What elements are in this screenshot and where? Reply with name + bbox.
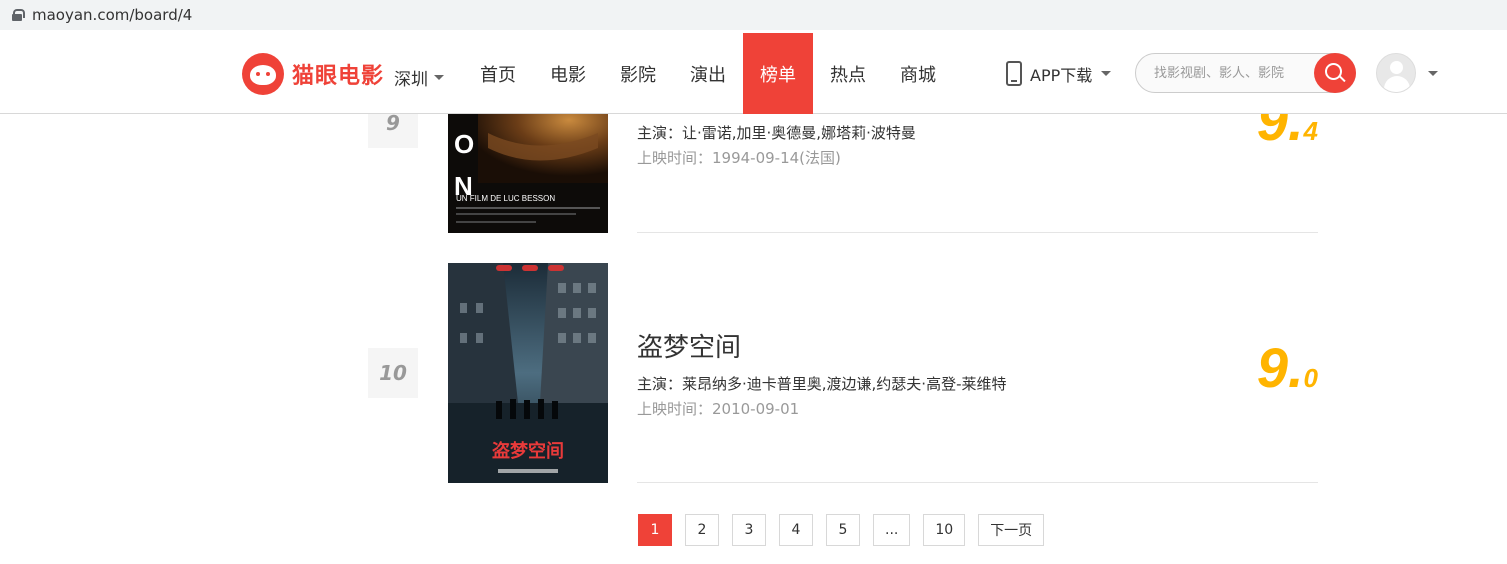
pagination: 1 2 3 4 5 ... 10 下一页	[638, 514, 1045, 546]
score-integer: 9.	[1256, 336, 1304, 399]
nav-cinemas[interactable]: 影院	[603, 33, 673, 114]
city-label: 深圳	[394, 70, 428, 90]
movie-poster[interactable]: O N UN FILM DE LUC BESSON	[448, 113, 608, 233]
cat-logo-icon	[242, 53, 284, 95]
page-3-button[interactable]: 3	[732, 514, 766, 546]
chevron-down-icon	[1101, 71, 1112, 76]
row-divider	[637, 482, 1318, 483]
page-1-button[interactable]: 1	[638, 514, 672, 546]
rank-badge: 10	[368, 348, 418, 398]
nav-mall[interactable]: 商城	[883, 33, 953, 114]
movie-poster[interactable]: 盗梦空间	[448, 263, 608, 483]
chevron-down-icon[interactable]	[1428, 71, 1438, 76]
city-selector[interactable]: 深圳	[394, 65, 444, 90]
search-icon[interactable]	[1314, 53, 1356, 93]
next-page-button[interactable]: 下一页	[978, 514, 1045, 546]
score-fraction: 0	[1303, 363, 1318, 393]
main-nav: 首页 电影 影院 演出 榜单 热点 商城	[463, 33, 953, 114]
nav-home[interactable]: 首页	[463, 33, 533, 114]
page-5-button[interactable]: 5	[826, 514, 860, 546]
lock-icon	[12, 9, 25, 21]
site-header: 猫眼电影 深圳 首页 电影 影院 演出 榜单 热点 商城 APP下载	[0, 33, 1507, 114]
browser-address-bar[interactable]: maoyan.com/board/4	[0, 0, 1507, 30]
chevron-down-icon	[434, 75, 444, 80]
url-text[interactable]: maoyan.com/board/4	[32, 6, 192, 24]
poster-tagline: UN FILM DE LUC BESSON	[456, 194, 555, 203]
page-ellipsis[interactable]: ...	[873, 514, 911, 546]
avatar[interactable]	[1376, 53, 1416, 93]
nav-hot[interactable]: 热点	[813, 33, 883, 114]
nav-board[interactable]: 榜单	[743, 33, 813, 114]
page-10-button[interactable]: 10	[923, 514, 966, 546]
search-box	[1135, 53, 1356, 93]
svg-text:O: O	[454, 129, 474, 159]
app-download-menu[interactable]: APP下载	[1006, 61, 1112, 86]
search-input[interactable]	[1154, 63, 1304, 83]
nav-movies[interactable]: 电影	[533, 33, 603, 114]
poster-title: 盗梦空间	[492, 440, 564, 462]
page-4-button[interactable]: 4	[779, 514, 813, 546]
row-divider	[637, 232, 1318, 233]
site-logo[interactable]: 猫眼电影	[242, 53, 384, 95]
page-2-button[interactable]: 2	[685, 514, 719, 546]
movie-score: 9.0	[1257, 335, 1318, 400]
poster-leon-image: O N UN FILM DE LUC BESSON	[448, 113, 608, 233]
movie-release-date: 上映时间：2010-09-01	[637, 400, 800, 418]
movie-actors: 主演：让·雷诺,加里·奥德曼,娜塔莉·波特曼	[637, 124, 916, 142]
logo-text: 猫眼电影	[292, 64, 385, 89]
movie-title[interactable]: 盗梦空间	[637, 327, 741, 364]
app-download-label: APP下载	[1030, 65, 1093, 85]
movie-release-date: 上映时间：1994-09-14(法国)	[637, 149, 841, 167]
movie-actors: 主演：莱昂纳多·迪卡普里奥,渡边谦,约瑟夫·高登-莱维特	[637, 375, 1007, 393]
phone-icon	[1006, 61, 1022, 86]
nav-shows[interactable]: 演出	[673, 33, 743, 114]
score-fraction: 4	[1303, 116, 1318, 146]
poster-inception-image: 盗梦空间	[448, 263, 608, 483]
